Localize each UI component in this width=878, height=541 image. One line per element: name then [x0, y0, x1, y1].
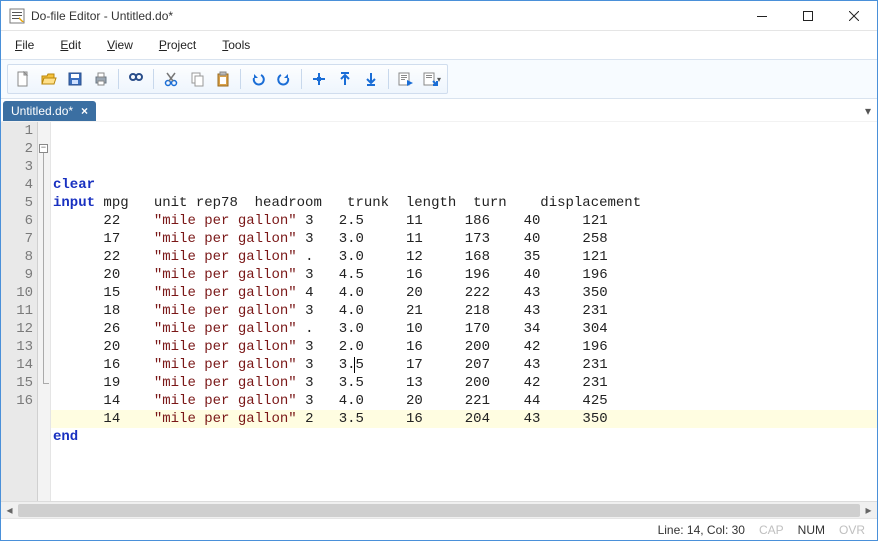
- scroll-thumb[interactable]: [18, 504, 860, 517]
- line-number: 16: [1, 392, 33, 410]
- menu-view[interactable]: View: [103, 35, 137, 55]
- menu-file[interactable]: File: [11, 35, 38, 55]
- tab-overflow-icon[interactable]: ▾: [96, 101, 875, 121]
- line-number: 4: [1, 176, 33, 194]
- code-line[interactable]: 20 "mile per gallon" 3 4.5 16 196 40 196: [51, 266, 877, 284]
- fold-toggle-icon[interactable]: −: [39, 144, 48, 153]
- status-num: NUM: [798, 523, 825, 537]
- tab-bar: Untitled.do* × ▾: [1, 99, 877, 122]
- editor-tab-active[interactable]: Untitled.do* ×: [3, 101, 96, 121]
- fold-guide: [43, 153, 44, 383]
- code-line[interactable]: clear: [51, 176, 877, 194]
- minimize-button[interactable]: [739, 1, 785, 31]
- undo-icon[interactable]: [247, 68, 269, 90]
- horizontal-scrollbar[interactable]: ◂ ▸: [1, 501, 877, 518]
- scroll-track[interactable]: [18, 502, 860, 519]
- scroll-left-icon[interactable]: ◂: [1, 502, 18, 519]
- status-cap: CAP: [759, 523, 784, 537]
- line-number: 12: [1, 320, 33, 338]
- tab-label: Untitled.do*: [11, 104, 73, 118]
- cut-icon[interactable]: [160, 68, 182, 90]
- status-bar: Line: 14, Col: 30 CAP NUM OVR: [1, 518, 877, 540]
- menu-tools[interactable]: Tools: [218, 35, 254, 55]
- line-number: 5: [1, 194, 33, 212]
- toolbar-separator: [153, 69, 154, 89]
- code-content[interactable]: clearinput mpg unit rep78 headroom trunk…: [51, 122, 877, 501]
- paste-icon[interactable]: [212, 68, 234, 90]
- code-line[interactable]: 14 "mile per gallon" 3 4.0 20 221 44 425: [51, 392, 877, 410]
- app-icon: [9, 8, 25, 24]
- line-number: 10: [1, 284, 33, 302]
- line-number: 13: [1, 338, 33, 356]
- fold-end: [43, 383, 49, 384]
- toolbar: ▾: [7, 64, 448, 94]
- titlebar: Do-file Editor - Untitled.do*: [1, 1, 877, 31]
- toolbar-separator: [118, 69, 119, 89]
- code-line[interactable]: input mpg unit rep78 headroom trunk leng…: [51, 194, 877, 212]
- tab-close-icon[interactable]: ×: [81, 104, 88, 118]
- save-icon[interactable]: [64, 68, 86, 90]
- bookmark-prev-icon[interactable]: [334, 68, 356, 90]
- new-file-icon[interactable]: [12, 68, 34, 90]
- line-number-gutter: 12345678910111213141516: [1, 122, 38, 501]
- line-number: 8: [1, 248, 33, 266]
- code-line[interactable]: 18 "mile per gallon" 3 4.0 21 218 43 231: [51, 302, 877, 320]
- code-line[interactable]: 17 "mile per gallon" 3 3.0 11 173 40 258: [51, 230, 877, 248]
- code-line[interactable]: 20 "mile per gallon" 3 2.0 16 200 42 196: [51, 338, 877, 356]
- status-cursor-pos: Line: 14, Col: 30: [658, 523, 745, 537]
- window-title: Do-file Editor - Untitled.do*: [31, 9, 173, 23]
- line-number: 7: [1, 230, 33, 248]
- line-number: 9: [1, 266, 33, 284]
- line-number: 6: [1, 212, 33, 230]
- toolbar-container: ▾: [1, 59, 877, 99]
- fold-column: −: [38, 122, 51, 501]
- line-number: 1: [1, 122, 33, 140]
- code-line[interactable]: 15 "mile per gallon" 4 4.0 20 222 43 350: [51, 284, 877, 302]
- code-line[interactable]: 16 "mile per gallon" 3 3.5 17 207 43 231: [51, 356, 877, 374]
- code-line[interactable]: 14 "mile per gallon" 2 3.5 16 204 43 350: [51, 410, 877, 428]
- scroll-right-icon[interactable]: ▸: [860, 502, 877, 519]
- code-line[interactable]: 22 "mile per gallon" . 3.0 12 168 35 121: [51, 248, 877, 266]
- text-cursor: [354, 357, 355, 373]
- line-number: 14: [1, 356, 33, 374]
- app-window: Do-file Editor - Untitled.do* File Edit …: [0, 0, 878, 541]
- find-icon[interactable]: [125, 68, 147, 90]
- redo-icon[interactable]: [273, 68, 295, 90]
- menubar: File Edit View Project Tools: [1, 31, 877, 59]
- status-ovr: OVR: [839, 523, 865, 537]
- print-icon[interactable]: [90, 68, 112, 90]
- toolbar-separator: [240, 69, 241, 89]
- close-button[interactable]: [831, 1, 877, 31]
- line-number: 3: [1, 158, 33, 176]
- bookmark-next-icon[interactable]: [360, 68, 382, 90]
- line-number: 15: [1, 374, 33, 392]
- copy-icon[interactable]: [186, 68, 208, 90]
- toolbar-separator: [301, 69, 302, 89]
- run-selection-icon[interactable]: [395, 68, 417, 90]
- code-line[interactable]: [51, 446, 877, 464]
- maximize-button[interactable]: [785, 1, 831, 31]
- menu-edit[interactable]: Edit: [56, 35, 85, 55]
- line-number: 2: [1, 140, 33, 158]
- code-line[interactable]: 26 "mile per gallon" . 3.0 10 170 34 304: [51, 320, 877, 338]
- line-number: 11: [1, 302, 33, 320]
- toolbar-separator: [388, 69, 389, 89]
- code-line[interactable]: 22 "mile per gallon" 3 2.5 11 186 40 121: [51, 212, 877, 230]
- open-file-icon[interactable]: [38, 68, 60, 90]
- code-line[interactable]: 19 "mile per gallon" 3 3.5 13 200 42 231: [51, 374, 877, 392]
- bookmark-toggle-icon[interactable]: [308, 68, 330, 90]
- menu-project[interactable]: Project: [155, 35, 200, 55]
- run-do-icon[interactable]: ▾: [421, 68, 443, 90]
- code-line[interactable]: end: [51, 428, 877, 446]
- code-editor[interactable]: 12345678910111213141516 − clearinput mpg…: [1, 122, 877, 501]
